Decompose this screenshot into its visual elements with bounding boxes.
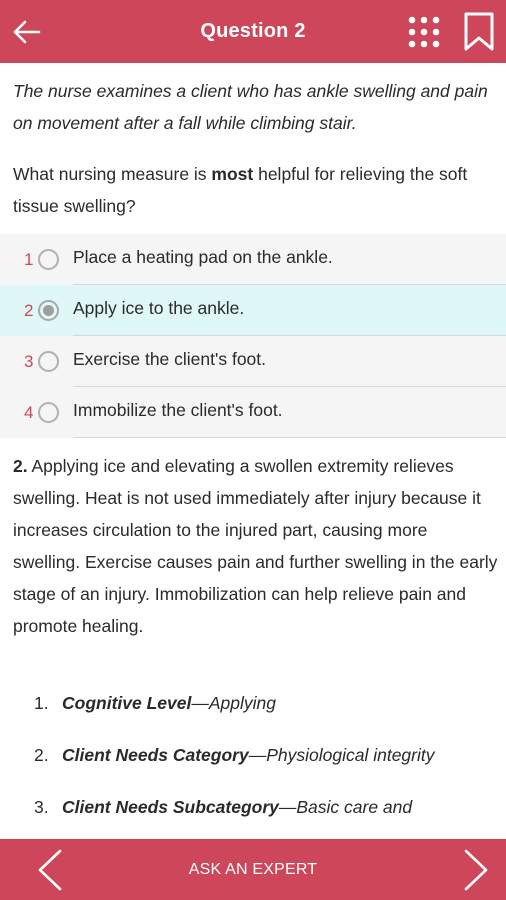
radio-button[interactable]: [38, 351, 59, 372]
metadata-item: 1. Cognitive Level—Applying: [34, 693, 504, 745]
app-header: Question 2: [0, 0, 506, 63]
answer-option-1[interactable]: 1 Place a heating pad on the ankle.: [0, 234, 506, 285]
option-divider: [73, 437, 506, 438]
bottom-navigation: ASK AN EXPERT: [0, 839, 506, 900]
metadata-value: —Physiological integrity: [248, 745, 435, 765]
question-metadata-list: 1. Cognitive Level—Applying 2. Client Ne…: [34, 693, 504, 839]
grid-icon[interactable]: [407, 15, 441, 49]
question-content[interactable]: The nurse examines a client who has ankl…: [0, 63, 506, 839]
option-label: Immobilize the client's foot.: [73, 400, 283, 420]
option-number: 1: [24, 250, 34, 269]
option-number: 4: [24, 403, 34, 422]
answer-option-3[interactable]: 3 Exercise the client's foot.: [0, 336, 506, 387]
option-label: Exercise the client's foot.: [73, 349, 267, 369]
option-label: Place a heating pad on the ankle.: [73, 247, 333, 267]
option-number: 2: [24, 301, 34, 320]
metadata-value: —Basic care and: [278, 797, 413, 817]
metadata-number: 3.: [34, 797, 49, 817]
ask-expert-button[interactable]: ASK AN EXPERT: [0, 861, 506, 879]
option-label: Apply ice to the ankle.: [73, 298, 245, 318]
answer-explanation: 2. Applying ice and elevating a swollen …: [13, 450, 499, 642]
radio-button-selected[interactable]: [38, 300, 59, 321]
answer-option-4[interactable]: 4 Immobilize the client's foot.: [0, 387, 506, 438]
question-stem: The nurse examines a client who has ankl…: [13, 81, 488, 133]
answer-option-2[interactable]: 2 Apply ice to the ankle.: [0, 285, 506, 336]
explanation-answer-number: 2.: [13, 456, 28, 476]
metadata-item: 2. Client Needs Category—Physiological i…: [34, 745, 504, 797]
metadata-value: —Applying: [191, 693, 276, 713]
metadata-key: Cognitive Level: [62, 693, 192, 713]
question-prompt: What nursing measure is most helpful for…: [13, 158, 497, 222]
explanation-text: Applying ice and elevating a swollen ext…: [13, 456, 498, 636]
radio-button[interactable]: [38, 402, 59, 423]
chevron-right-icon[interactable]: [463, 849, 489, 891]
answer-options: 1 Place a heating pad on the ankle. 2 Ap…: [0, 234, 506, 438]
metadata-number: 2.: [34, 745, 49, 765]
question-emphasis: most: [211, 164, 254, 184]
metadata-number: 1.: [34, 693, 49, 713]
option-number: 3: [24, 352, 34, 371]
metadata-item: 3. Client Needs Subcategory—Basic care a…: [34, 797, 504, 839]
metadata-key: Client Needs Subcategory: [62, 797, 279, 817]
radio-button[interactable]: [38, 249, 59, 270]
bookmark-icon[interactable]: [463, 12, 495, 52]
question-text-start: What nursing measure is: [13, 164, 212, 184]
metadata-key: Client Needs Category: [62, 745, 249, 765]
